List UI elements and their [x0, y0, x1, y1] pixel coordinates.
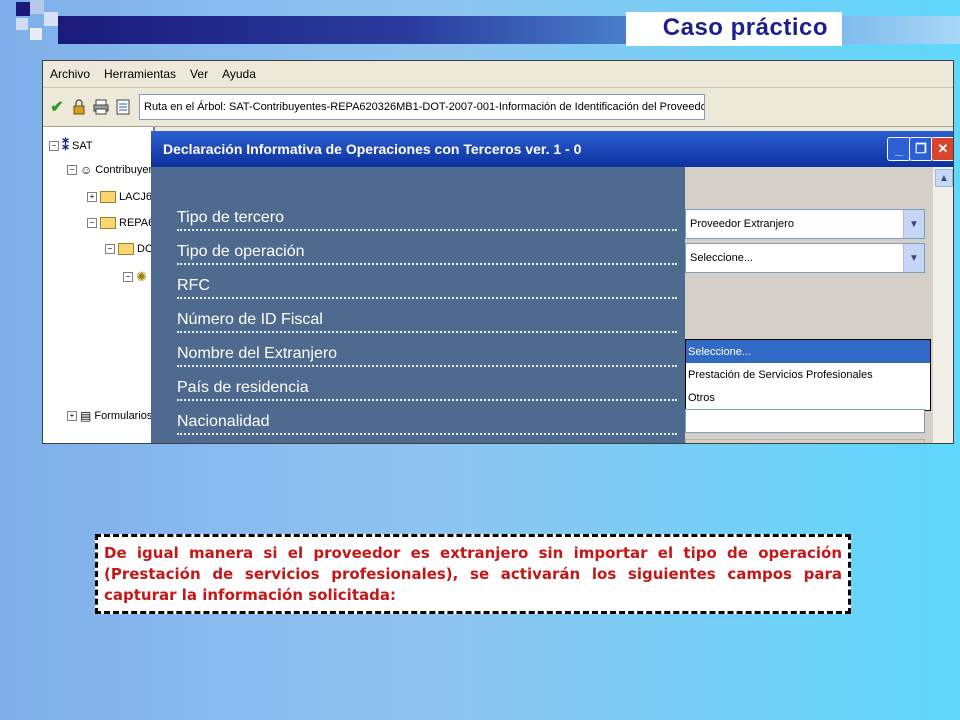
menu-archivo[interactable]: Archivo [43, 67, 97, 81]
explanation-note: De igual manera si el proveedor es extra… [95, 534, 851, 614]
declaration-dialog: Declaración Informativa de Operaciones c… [151, 131, 953, 443]
field-labels-panel: Tipo de tercero Tipo de operación RFC Nú… [151, 167, 685, 443]
header-square-2 [30, 0, 44, 14]
tipo-operacion-dropdown: Seleccione... Prestación de Servicios Pr… [685, 339, 931, 411]
header-square-5 [30, 28, 42, 40]
collapse-icon[interactable]: − [49, 140, 59, 151]
document-icon[interactable] [115, 97, 131, 117]
label-nacionalidad: Nacionalidad [177, 413, 677, 435]
tree-item-repa[interactable]: − REPA62 [87, 217, 160, 229]
tipo-operacion-value: Seleccione... [690, 252, 753, 264]
open-folder-icon [118, 243, 134, 255]
dialog-title: Declaración Informativa de Operaciones c… [151, 131, 953, 167]
person-icon: ☺ [80, 163, 93, 177]
nombre-extranjero-input[interactable] [685, 409, 925, 433]
gear-icon: ✺ [136, 269, 147, 284]
collapse-icon[interactable]: − [87, 218, 97, 228]
tree-item-contribuyentes[interactable]: − ☺ Contribuyen [67, 163, 155, 177]
scroll-up-icon[interactable]: ▲ [935, 169, 953, 187]
expand-icon[interactable]: + [87, 192, 97, 202]
toolbar: ✔ Ruta en el Árbol: SAT-Contribuyentes-R… [43, 88, 953, 127]
label-pais-residencia: País de residencia [177, 379, 677, 401]
restore-button[interactable]: ❐ [909, 137, 933, 161]
collapse-icon[interactable]: − [105, 244, 115, 254]
label-tipo-operacion: Tipo de operación [177, 243, 677, 265]
collapse-icon[interactable]: − [123, 272, 133, 282]
dropdown-option-seleccione[interactable]: Seleccione... [686, 340, 930, 363]
label-rfc: RFC [177, 277, 677, 299]
navigation-tree: − ⁑ SAT − ☺ Contribuyen + LACJ62 − REPA6… [43, 127, 160, 443]
tree-item-lacj[interactable]: + LACJ62 [87, 191, 158, 203]
tipo-tercero-value: Proveedor Extranjero [690, 218, 794, 230]
check-icon[interactable]: ✔ [49, 97, 65, 117]
header-square-4 [16, 18, 28, 30]
slide-title: Caso práctico [662, 14, 828, 41]
tree-item-formularios[interactable]: + ▤ Formularios [67, 409, 152, 423]
pais-residencia-select[interactable] [685, 439, 925, 443]
menu-herramientas[interactable]: Herramientas [97, 67, 183, 81]
tipo-operacion-select[interactable]: Seleccione... ▼ [685, 243, 925, 273]
expand-icon[interactable]: + [67, 411, 77, 421]
tree-item-form-node[interactable]: − ✺ [123, 269, 147, 285]
print-icon[interactable] [93, 97, 109, 117]
folder-icon [100, 191, 116, 203]
menu-ver[interactable]: Ver [183, 67, 215, 81]
dialog-scrollbar[interactable]: ▲ [933, 167, 953, 443]
open-folder-icon [100, 217, 116, 229]
sat-icon: ⁑ [62, 137, 69, 153]
close-button[interactable]: ✕ [931, 137, 953, 161]
dropdown-option-servicios-profesionales[interactable]: Prestación de Servicios Profesionales [686, 363, 930, 386]
tree-path-field: Ruta en el Árbol: SAT-Contribuyentes-REP… [139, 94, 705, 120]
app-window: Archivo Herramientas Ver Ayuda ✔ Ruta en… [42, 60, 954, 444]
label-tipo-tercero: Tipo de tercero [177, 209, 677, 231]
forms-icon: ▤ [80, 409, 92, 423]
chevron-down-icon[interactable]: ▼ [903, 244, 924, 272]
collapse-icon[interactable]: − [67, 165, 77, 175]
menu-bar: Archivo Herramientas Ver Ayuda [43, 61, 953, 88]
tipo-tercero-select[interactable]: Proveedor Extranjero ▼ [685, 209, 925, 239]
menu-ayuda[interactable]: Ayuda [215, 67, 263, 81]
minimize-button[interactable]: _ [887, 137, 911, 161]
chevron-down-icon[interactable]: ▼ [903, 210, 924, 238]
dropdown-option-otros[interactable]: Otros [686, 386, 930, 409]
label-nombre-extranjero: Nombre del Extranjero [177, 345, 677, 367]
lock-icon[interactable] [71, 97, 87, 117]
label-id-fiscal: Número de ID Fiscal [177, 311, 677, 333]
header-square-3 [44, 12, 58, 26]
header-square-1 [16, 2, 30, 16]
tree-item-sat[interactable]: − ⁑ SAT [49, 137, 93, 154]
